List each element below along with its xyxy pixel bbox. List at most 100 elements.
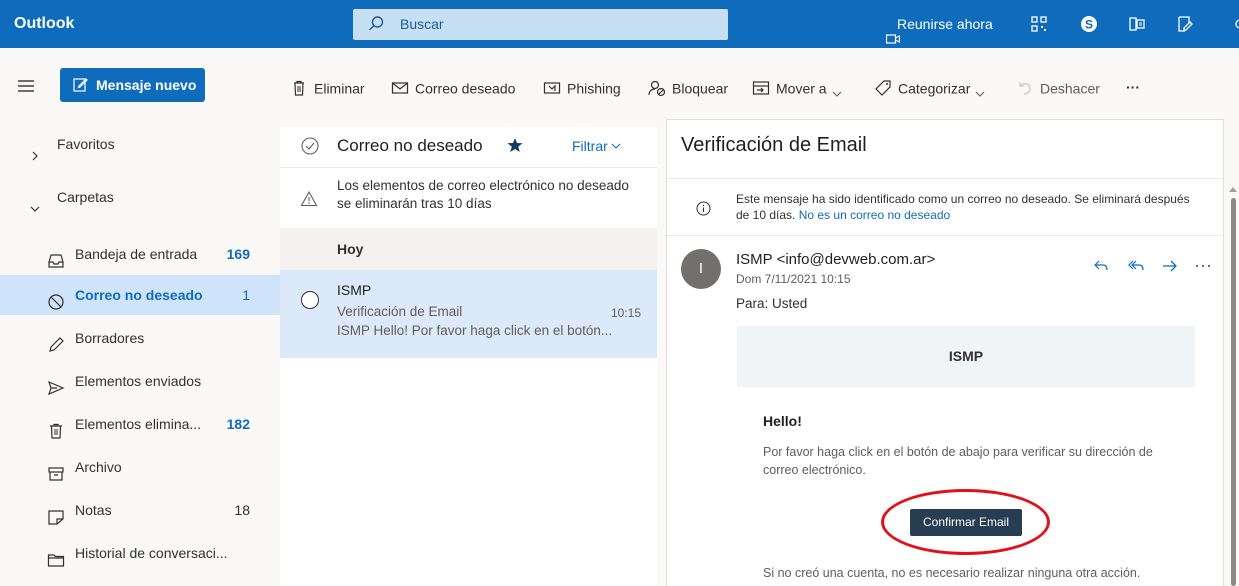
favorites-section[interactable]: Favoritos [0,127,280,161]
more-actions-icon[interactable] [1194,257,1212,275]
folder-title: Correo no deseado [337,136,483,155]
folder-label: Notas [75,502,112,518]
qr-code-icon[interactable] [1029,14,1049,34]
blocked-icon [47,286,65,310]
folder-label: Elementos elimina... [75,416,202,432]
folder-notes[interactable]: Notas 18 [0,490,280,530]
app-title[interactable]: Outlook [14,0,74,48]
more-options-button[interactable]: ··· [1126,76,1140,98]
pencil-icon [47,329,65,352]
star-favorite-icon[interactable] [507,137,523,153]
search-input[interactable]: Buscar [400,9,444,40]
chevron-down-icon [611,127,621,149]
junk-mail-icon [391,79,409,97]
phishing-button[interactable]: Phishing [543,76,621,98]
inbox-icon [47,245,65,268]
folder-label: Archivo [75,459,122,475]
block-user-icon [648,79,666,97]
select-all-checkbox-icon[interactable] [300,136,320,156]
junk-button[interactable]: Correo deseado [391,76,515,98]
svg-text:S: S [1085,18,1093,32]
favorites-label: Favoritos [57,136,115,152]
forward-icon[interactable] [1161,257,1179,275]
email-footer: Si no creó una cuenta, no es necesario r… [763,566,1141,580]
scrollbar-thumb[interactable] [1231,198,1236,586]
folder-icon [47,544,65,567]
search-box[interactable]: Buscar [353,9,728,40]
skype-icon[interactable]: S [1079,14,1099,34]
folder-conversation-history[interactable]: Historial de conversaci... [0,533,280,573]
highlight-circle [881,489,1050,555]
move-to-button[interactable]: Mover a [752,76,842,98]
command-bar: Mensaje nuevo Eliminar Correo deseado Ph… [0,48,1239,127]
scroll-up-icon[interactable] [1229,180,1237,192]
settings-icon[interactable] [1230,14,1239,34]
delete-label: Eliminar [314,80,365,97]
undo-label: Deshacer [1040,80,1100,97]
phishing-label: Phishing [567,80,621,97]
warning-icon [300,190,318,208]
note-icon [47,501,65,525]
folder-inbox[interactable]: Bandeja de entrada 169 [0,234,280,274]
reply-icon[interactable] [1092,257,1110,275]
send-icon [47,372,65,396]
undo-button[interactable]: Deshacer [1016,76,1100,98]
message-select-radio[interactable] [301,291,319,309]
new-message-label: Mensaje nuevo [96,77,197,93]
folder-junk[interactable]: Correo no deseado 1 [0,275,280,315]
hamburger-menu-icon[interactable] [18,79,34,93]
block-button[interactable]: Bloquear [648,76,728,98]
new-message-button[interactable]: Mensaje nuevo [60,68,205,102]
junk-notice-bar: Este mensaje ha sido identificado como u… [667,178,1223,236]
meet-now-label: Reunirse ahora [897,16,993,32]
trash-icon [47,415,65,439]
sender-address[interactable]: ISMP <info@devweb.com.ar> [736,251,935,268]
office-icon[interactable] [1127,14,1147,34]
not-junk-link[interactable]: No es un correo no deseado [799,208,950,222]
email-body-header: ISMP [737,326,1195,387]
unread-count: 182 [226,416,250,432]
item-count: 18 [234,502,250,518]
message-list-header: Correo no deseado Filtrar [280,127,657,167]
filter-label: Filtrar [572,138,608,154]
folder-archive[interactable]: Archivo [0,447,280,487]
date-group-header: Hoy [280,228,657,270]
folder-pane: Favoritos Carpetas Bandeja de entrada 16… [0,127,280,586]
filter-button[interactable]: Filtrar [572,127,621,165]
search-icon [367,15,385,33]
folders-section[interactable]: Carpetas [0,180,280,214]
junk-label: Correo deseado [415,80,516,97]
unread-count: 169 [226,246,250,262]
recipient-line: Para: Usted [736,296,808,311]
chevron-down-icon [975,83,985,98]
folder-label: Borradores [75,330,145,346]
reading-pane-scrollbar[interactable] [1226,170,1239,586]
sender-avatar[interactable]: I [681,249,721,289]
categorize-button[interactable]: Categorizar [874,76,985,98]
message-list-item[interactable]: ISMP Verificación de Email 10:15 ISMP He… [280,270,657,358]
undo-icon [1016,79,1034,97]
reply-all-icon[interactable] [1127,257,1145,275]
move-folder-icon [752,79,770,97]
email-paragraph: Por favor haga click en el botón de abaj… [763,445,1153,477]
folder-label: Bandeja de entrada [75,246,198,262]
archive-icon [47,458,65,481]
trash-icon [290,79,308,97]
folder-drafts[interactable]: Borradores [0,318,280,358]
folder-label: Correo no deseado [75,287,203,303]
phishing-icon [543,79,561,97]
folder-sent[interactable]: Elementos enviados [0,361,280,401]
folders-label: Carpetas [57,189,114,205]
folder-deleted[interactable]: Elementos elimina... 182 [0,404,280,444]
info-icon [696,201,711,216]
message-subject: Verificación de Email [337,304,463,319]
categorize-label: Categorizar [898,80,971,97]
compose-icon [73,77,88,92]
sent-date: Dom 7/11/2021 10:15 [736,272,851,286]
email-subject: Verificación de Email [681,134,867,156]
junk-notice-text: Este mensaje ha sido identificado como u… [736,191,1196,223]
delete-button[interactable]: Eliminar [290,76,365,98]
feedback-icon[interactable] [1175,14,1195,34]
folder-label: Elementos enviados [75,373,202,389]
folder-label: Historial de conversaci... [75,545,228,561]
